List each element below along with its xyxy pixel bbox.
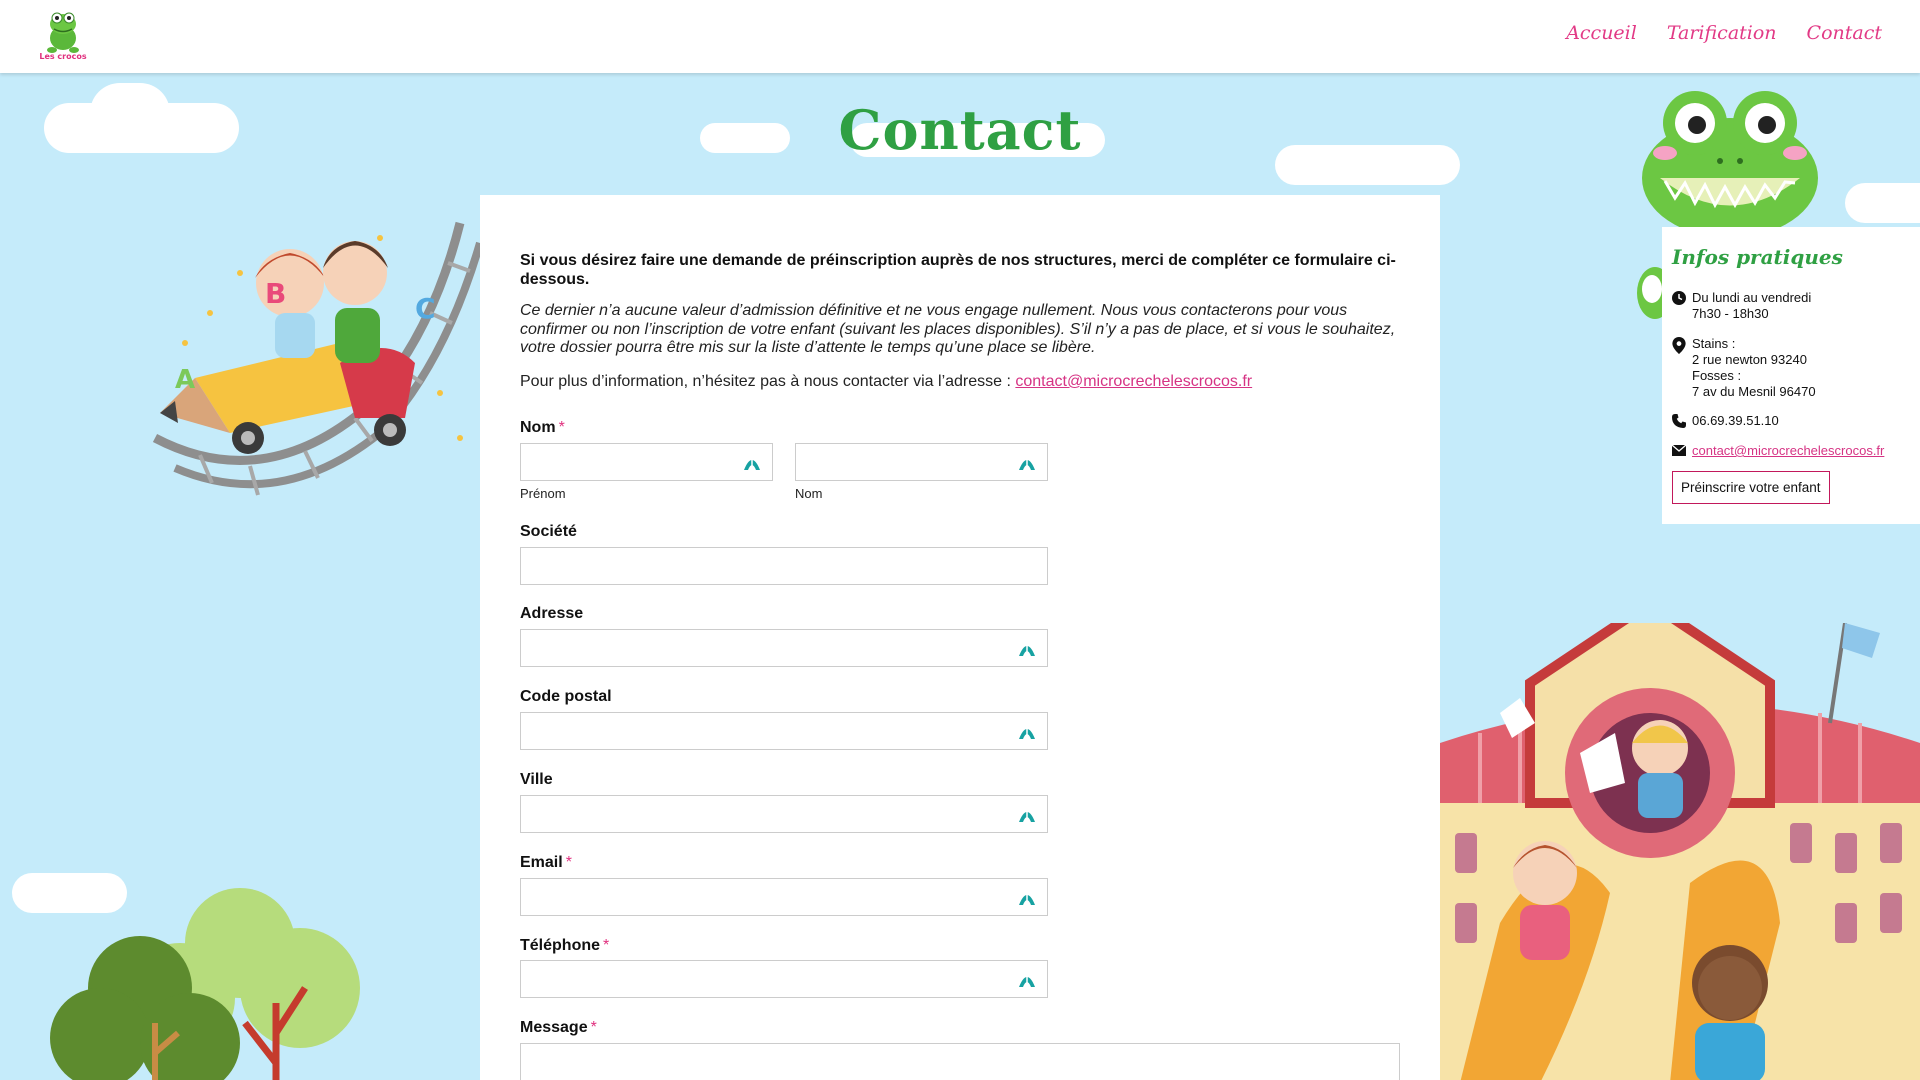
address-line-2: 2 rue newton 93240 xyxy=(1692,352,1807,367)
email-label-text: Email xyxy=(520,854,563,871)
prenom-input[interactable] xyxy=(521,444,772,480)
nom-field[interactable] xyxy=(795,443,1048,481)
message-label-text: Message xyxy=(520,1019,588,1036)
autofill-icon[interactable] xyxy=(1017,454,1037,472)
clock-icon xyxy=(1672,291,1686,305)
nom-label: Nom * xyxy=(520,419,565,437)
code-postal-label-text: Code postal xyxy=(520,688,612,705)
nav-accueil[interactable]: Accueil xyxy=(1566,22,1637,44)
phone-icon xyxy=(1672,414,1686,428)
ville-input[interactable] xyxy=(521,796,1047,832)
cloud-decoration xyxy=(1845,183,1920,223)
intro-contact-text: Pour plus d’information, n’hésitez pas à… xyxy=(520,373,1400,391)
contact-form-card: Si vous désirez faire une demande de pré… xyxy=(480,195,1440,1080)
prenom-sublabel: Prénom xyxy=(520,486,566,501)
crocodile-logo-icon xyxy=(47,12,79,53)
required-asterisk: * xyxy=(565,854,572,871)
phone-number[interactable]: 06.69.39.51.10 xyxy=(1692,413,1917,429)
required-asterisk: * xyxy=(590,1019,597,1036)
ville-label: Ville xyxy=(520,771,553,789)
envelope-icon xyxy=(1672,445,1686,456)
site-header: Les crocos Accueil Tarification Contact xyxy=(0,0,1920,73)
societe-label-text: Société xyxy=(520,523,577,540)
address-line-4: 7 av du Mesnil 96470 xyxy=(1692,384,1816,399)
svg-text:B: B xyxy=(265,277,286,310)
societe-label: Société xyxy=(520,523,577,541)
autofill-icon[interactable] xyxy=(1017,723,1037,741)
adresse-label: Adresse xyxy=(520,605,583,623)
cloud-decoration xyxy=(90,83,170,143)
crocodile-mascot-illustration xyxy=(1642,91,1818,233)
intro-bold-text: Si vous désirez faire une demande de pré… xyxy=(520,252,1396,288)
trees-illustration xyxy=(50,888,360,1080)
cloud-decoration xyxy=(1275,145,1460,185)
svg-text:C: C xyxy=(415,292,436,325)
logo-text: Les crocos xyxy=(39,52,87,61)
telephone-label: Téléphone * xyxy=(520,937,609,955)
intro-contact-prefix: Pour plus d’information, n’hésitez pas à… xyxy=(520,373,1016,390)
telephone-label-text: Téléphone xyxy=(520,937,601,954)
prenom-field[interactable] xyxy=(520,443,773,481)
autofill-icon[interactable] xyxy=(1017,806,1037,824)
main-nav: Accueil Tarification Contact xyxy=(1566,22,1882,44)
nom-label-text: Nom xyxy=(520,419,556,436)
nav-contact[interactable]: Contact xyxy=(1807,22,1882,44)
message-textarea[interactable] xyxy=(521,1044,1399,1080)
email-label: Email * xyxy=(520,854,572,872)
required-asterisk: * xyxy=(603,937,610,954)
autofill-icon[interactable] xyxy=(742,454,762,472)
address-line-3: Fosses : xyxy=(1692,368,1742,383)
message-field[interactable] xyxy=(520,1043,1400,1080)
societe-input[interactable] xyxy=(521,548,1047,584)
telephone-field[interactable] xyxy=(520,960,1048,998)
address-line-1: Stains : xyxy=(1692,336,1736,351)
contact-email-link[interactable]: contact@microcrechelescrocos.fr xyxy=(1015,373,1252,390)
intro-italic-text: Ce dernier n’a aucune valeur d’admission… xyxy=(520,302,1396,356)
adresse-label-text: Adresse xyxy=(520,605,584,622)
email-field[interactable] xyxy=(520,878,1048,916)
adresse-input[interactable] xyxy=(521,630,1047,666)
nav-tarification[interactable]: Tarification xyxy=(1667,22,1777,44)
school-illustration xyxy=(1440,623,1920,1080)
code-postal-field[interactable] xyxy=(520,712,1048,750)
preinscrire-button[interactable]: Préinscrire votre enfant xyxy=(1672,471,1830,504)
svg-text:A: A xyxy=(175,365,195,395)
hours-line-2: 7h30 - 18h30 xyxy=(1692,306,1769,321)
infos-pratiques-panel: Infos pratiques Du lundi au vendredi 7h3… xyxy=(1662,227,1920,524)
hours-line-1: Du lundi au vendredi xyxy=(1692,290,1812,305)
code-postal-label: Code postal xyxy=(520,688,612,706)
adresse-field[interactable] xyxy=(520,629,1048,667)
ville-label-text: Ville xyxy=(520,771,553,788)
autofill-icon[interactable] xyxy=(1017,971,1037,989)
roller-coaster-illustration: B C A xyxy=(152,221,484,496)
map-pin-icon xyxy=(1672,337,1686,354)
telephone-input[interactable] xyxy=(521,961,1047,997)
code-postal-input[interactable] xyxy=(521,713,1047,749)
message-label: Message * xyxy=(520,1019,597,1037)
autofill-icon[interactable] xyxy=(1017,640,1037,658)
required-asterisk: * xyxy=(558,419,565,436)
autofill-icon[interactable] xyxy=(1017,889,1037,907)
sidebar-email-link[interactable]: contact@microcrechelescrocos.fr xyxy=(1692,443,1884,458)
ville-field[interactable] xyxy=(520,795,1048,833)
infos-title: Infos pratiques xyxy=(1672,245,1843,269)
email-input[interactable] xyxy=(521,879,1047,915)
societe-field[interactable] xyxy=(520,547,1048,585)
site-logo[interactable]: Les crocos xyxy=(38,8,88,64)
nom-input[interactable] xyxy=(796,444,1047,480)
page-title: Contact xyxy=(838,98,1082,162)
nom-sublabel: Nom xyxy=(795,486,823,501)
